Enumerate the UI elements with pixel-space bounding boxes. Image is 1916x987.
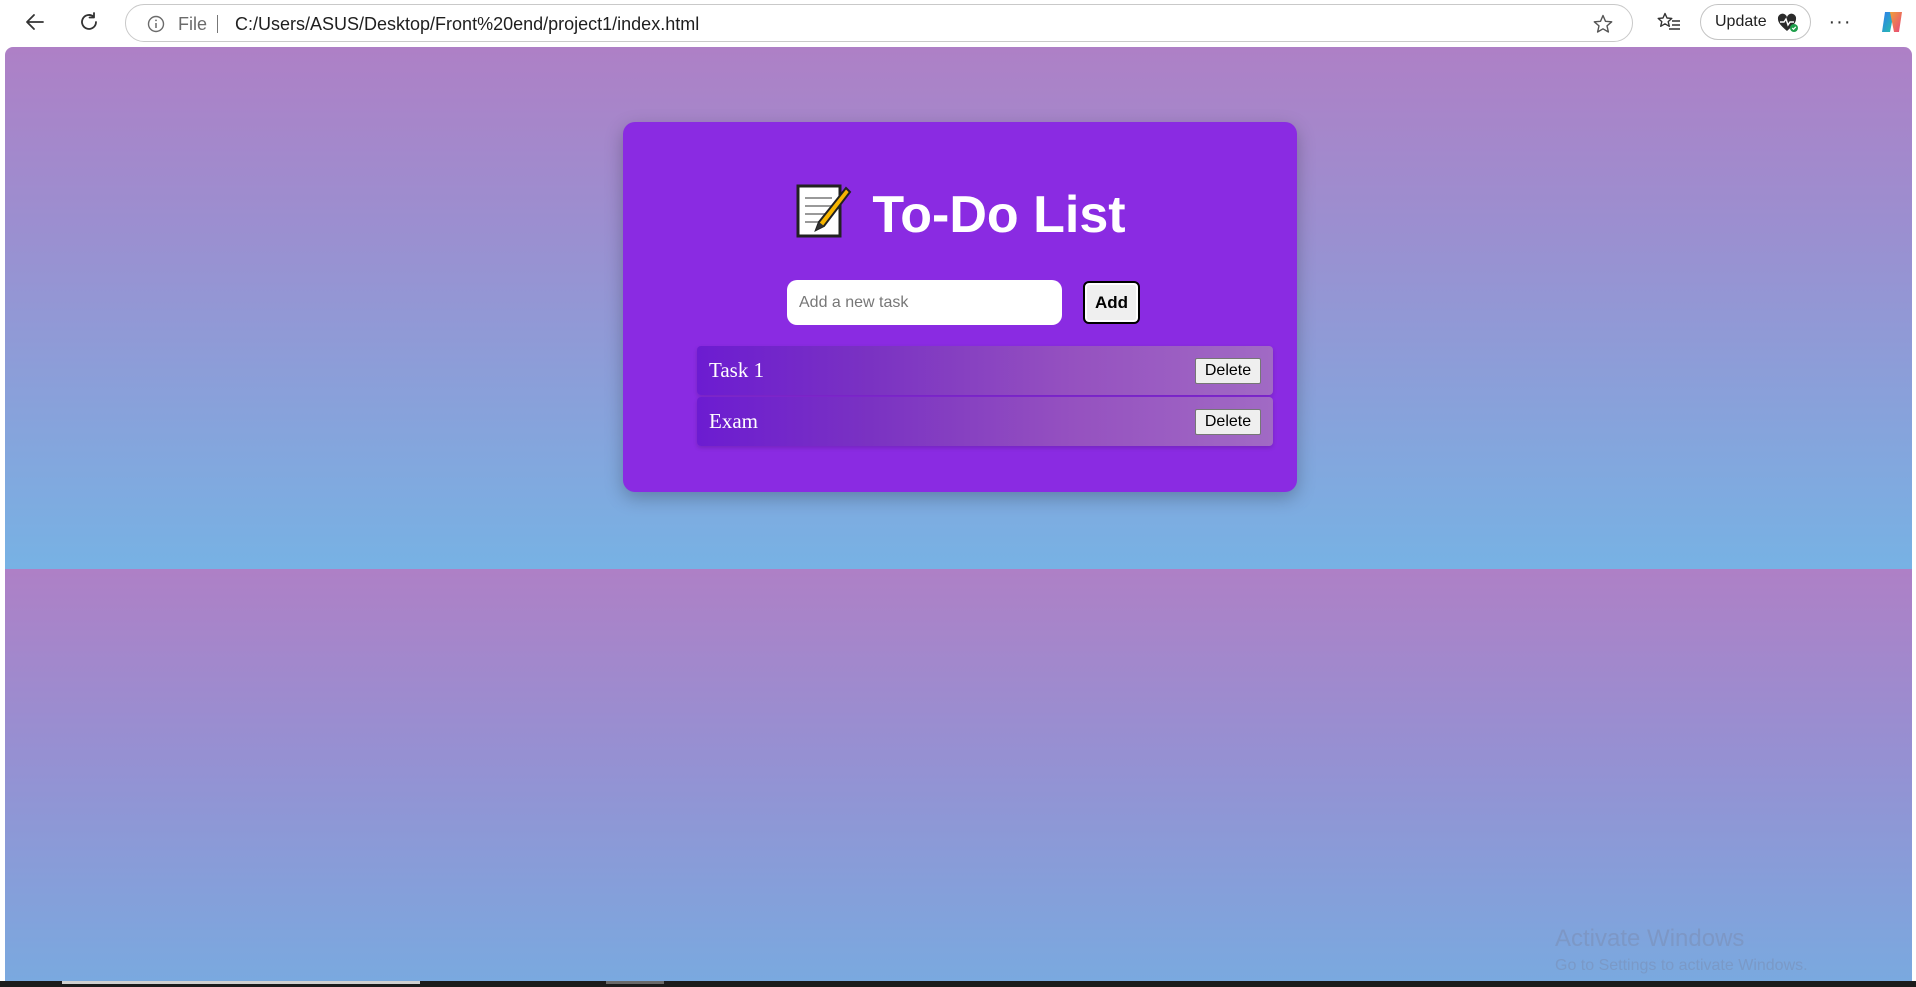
more-options-button[interactable]: ··· — [1822, 4, 1858, 40]
memo-icon — [796, 184, 852, 238]
copilot-button[interactable] — [1874, 4, 1910, 40]
favorites-list-icon — [1657, 12, 1680, 30]
page-title: To-Do List — [623, 182, 1297, 245]
watermark-title: Activate Windows — [1555, 925, 1745, 952]
update-label: Update — [1715, 13, 1767, 30]
task-label: Task 1 — [709, 358, 765, 382]
address-divider — [217, 15, 218, 33]
favorite-star-icon[interactable] — [1592, 13, 1614, 35]
scheme-label: File — [178, 14, 208, 34]
arrow-left-icon — [26, 14, 44, 30]
address-bar[interactable]: File C:/Users/ASUS/Desktop/Front%20end/p… — [125, 4, 1633, 42]
page-background-bottom — [5, 569, 1912, 981]
taskbar-indicator — [62, 981, 420, 984]
delete-task-button[interactable]: Delete — [1195, 409, 1261, 435]
task-label: Exam — [709, 409, 758, 433]
heart-pulse-icon — [1777, 13, 1798, 32]
browser-toolbar: File C:/Users/ASUS/Desktop/Front%20end/p… — [0, 0, 1916, 44]
task-list: Task 1 Delete Exam Delete — [697, 346, 1273, 448]
refresh-icon — [81, 12, 97, 30]
watermark-subtitle: Go to Settings to activate Windows. — [1555, 957, 1808, 974]
taskbar-strip — [0, 981, 1916, 987]
url-text[interactable]: C:/Users/ASUS/Desktop/Front%20end/projec… — [235, 14, 699, 35]
favorites-button[interactable] — [1651, 4, 1687, 40]
delete-task-button[interactable]: Delete — [1195, 358, 1261, 384]
new-task-input[interactable] — [787, 280, 1062, 325]
info-icon[interactable] — [147, 15, 165, 33]
update-button[interactable]: Update — [1700, 4, 1811, 40]
list-item: Task 1 Delete — [697, 346, 1273, 395]
add-task-button[interactable]: Add — [1083, 281, 1140, 324]
reload-button[interactable] — [71, 4, 107, 40]
taskbar-indicator — [606, 981, 664, 984]
back-button[interactable] — [17, 4, 53, 40]
page-title-text: To-Do List — [872, 186, 1126, 244]
copilot-icon — [1882, 12, 1902, 32]
activation-watermark: Activate Windows Go to Settings to activ… — [1555, 925, 1808, 975]
page-viewport: To-Do List Add Task 1 Delete Exam Delete… — [5, 47, 1912, 981]
list-item: Exam Delete — [697, 397, 1273, 446]
todo-card: To-Do List Add Task 1 Delete Exam Delete — [623, 122, 1297, 492]
